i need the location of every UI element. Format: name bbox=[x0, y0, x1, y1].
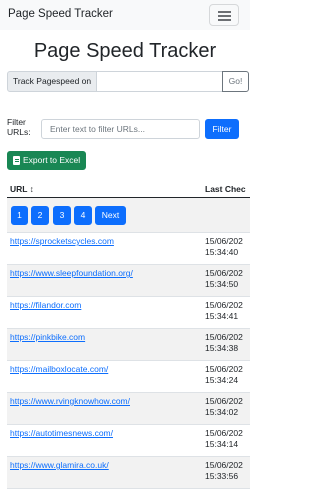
track-form: Track Pagespeed on Go! bbox=[7, 71, 249, 92]
navbar-brand[interactable]: Page Speed Tracker bbox=[8, 8, 113, 20]
last-checked-cell: 15/06/202 15:34:38 bbox=[205, 332, 243, 354]
filter-input[interactable] bbox=[41, 119, 200, 139]
date-text: 15/06/202 bbox=[205, 396, 243, 406]
url-link[interactable]: https://mailboxlocate.com/ bbox=[10, 364, 108, 374]
page-3-button[interactable]: 3 bbox=[53, 206, 71, 225]
page-1-button[interactable]: 1 bbox=[11, 206, 28, 225]
table-row: https://mailboxlocate.com/ 15/06/202 15:3… bbox=[7, 361, 250, 393]
menu-toggle-button[interactable] bbox=[209, 4, 239, 26]
date-text: 15/06/202 bbox=[205, 460, 243, 470]
url-link[interactable]: https://pinkbike.com bbox=[10, 332, 85, 342]
table-row: https://pinkbike.com 15/06/202 15:34:38 bbox=[7, 329, 250, 361]
filter-label: Filter URLs: bbox=[7, 117, 31, 137]
date-text: 15/06/202 bbox=[205, 364, 243, 374]
time-text: 15:34:40 bbox=[205, 247, 239, 257]
last-checked-cell: 15/06/202 15:34:50 bbox=[205, 268, 243, 290]
date-text: 15/06/202 bbox=[205, 268, 243, 278]
page-title: Page Speed Tracker bbox=[33, 40, 217, 62]
last-checked-cell: 15/06/202 15:34:40 bbox=[205, 236, 243, 258]
export-excel-button[interactable]: Export to Excel bbox=[7, 151, 86, 170]
last-checked-cell: 15/06/202 15:34:24 bbox=[205, 364, 243, 386]
table-row: https://sprocketscycles.com 15/06/202 15:… bbox=[7, 233, 250, 265]
url-link[interactable]: https://autotimesnews.com/ bbox=[10, 428, 113, 438]
track-label: Track Pagespeed on bbox=[7, 71, 97, 92]
date-text: 15/06/202 bbox=[205, 428, 243, 438]
table-row: https://www.rvingknowhow.com/ 15/06/202 1… bbox=[7, 393, 250, 425]
export-label: Export to Excel bbox=[23, 155, 81, 165]
filter-button[interactable]: Filter bbox=[205, 119, 239, 139]
last-checked-cell: 15/06/202 15:34:14 bbox=[205, 428, 243, 450]
next-page-button[interactable]: Next bbox=[95, 206, 126, 225]
last-checked-column-header[interactable]: Last Chec bbox=[205, 184, 246, 194]
time-text: 15:34:14 bbox=[205, 439, 239, 449]
url-link[interactable]: https://www.sleepfoundation.org/ bbox=[10, 268, 133, 278]
page-2-button[interactable]: 2 bbox=[31, 206, 49, 225]
go-button[interactable]: Go! bbox=[222, 71, 249, 92]
date-text: 15/06/202 bbox=[205, 236, 243, 246]
last-checked-cell: 15/06/202 15:34:41 bbox=[205, 300, 243, 322]
url-link[interactable]: https://www.rvingknowhow.com/ bbox=[10, 396, 130, 406]
date-text: 15/06/202 bbox=[205, 300, 243, 310]
table-row: https://www.sleepfoundation.org/ 15/06/2… bbox=[7, 265, 250, 297]
url-link[interactable]: https://www.glamira.co.uk/ bbox=[10, 460, 109, 470]
time-text: 15:33:56 bbox=[205, 471, 239, 481]
time-text: 15:34:02 bbox=[205, 407, 239, 417]
last-checked-cell: 15/06/202 15:34:02 bbox=[205, 396, 243, 418]
url-link[interactable]: https://filandor.com bbox=[10, 300, 81, 310]
time-text: 15:34:50 bbox=[205, 279, 239, 289]
page-4-button[interactable]: 4 bbox=[74, 206, 92, 225]
url-link[interactable]: https://sprocketscycles.com bbox=[10, 236, 114, 246]
table-row: https://www.glamira.co.uk/ 15/06/202 15:3… bbox=[7, 457, 250, 489]
date-text: 15/06/202 bbox=[205, 332, 243, 342]
time-text: 15:34:24 bbox=[205, 375, 239, 385]
hamburger-icon bbox=[218, 11, 231, 13]
table-row: https://autotimesnews.com/ 15/06/202 15:3… bbox=[7, 425, 250, 457]
table-row: https://filandor.com 15/06/202 15:34:41 bbox=[7, 297, 250, 329]
url-column-header[interactable]: URL ↕ bbox=[10, 184, 34, 194]
track-url-input[interactable] bbox=[96, 71, 223, 92]
navbar: Page Speed Tracker bbox=[0, 0, 250, 30]
time-text: 15:34:41 bbox=[205, 311, 239, 321]
time-text: 15:34:38 bbox=[205, 343, 239, 353]
last-checked-cell: 15/06/202 15:33:56 bbox=[205, 460, 243, 482]
file-excel-icon bbox=[13, 156, 20, 165]
